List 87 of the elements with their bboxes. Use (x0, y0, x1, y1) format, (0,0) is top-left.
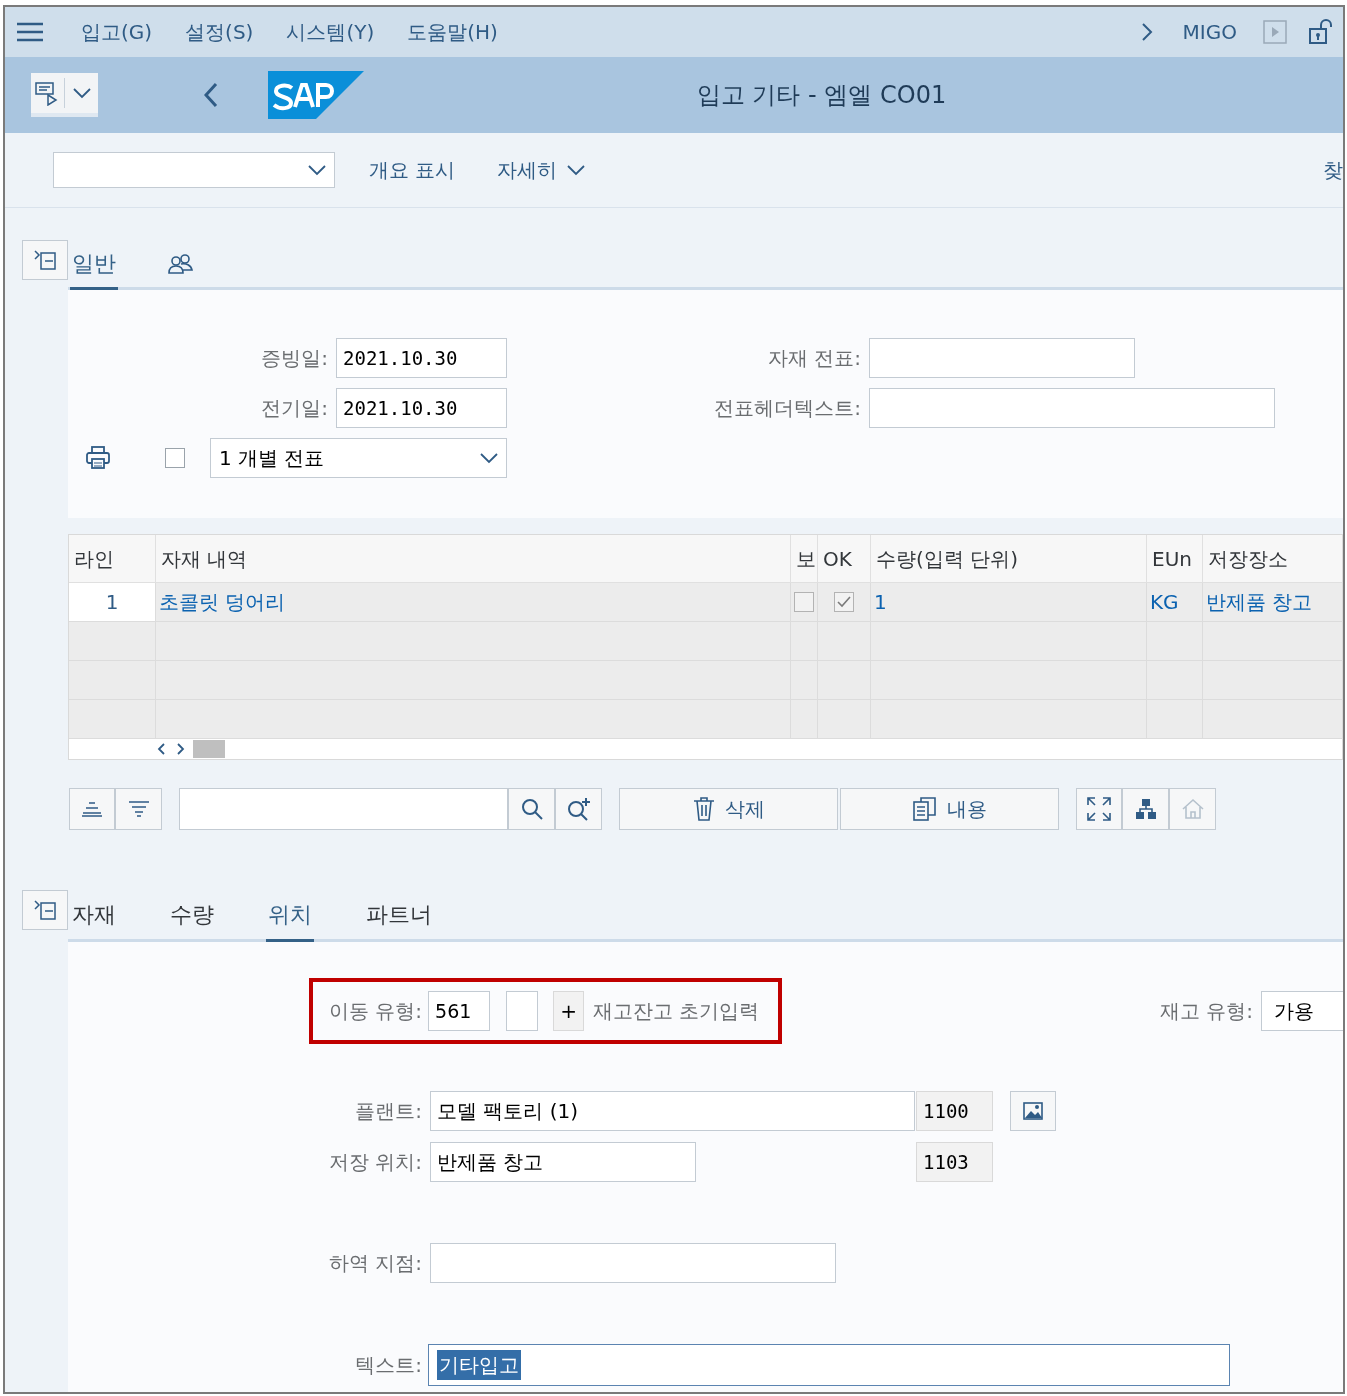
input-field[interactable] (869, 388, 1275, 428)
image-button[interactable] (1010, 1091, 1056, 1131)
field-label: 텍스트: (354, 1352, 422, 1379)
search-icon (520, 798, 543, 820)
fullscreen-button[interactable] (1076, 788, 1122, 830)
checkbox[interactable] (834, 592, 854, 613)
expand-icon (1087, 797, 1111, 821)
field-label: 하역 지점: (327, 1250, 422, 1277)
lock-icon[interactable] (1309, 19, 1333, 45)
field-label: 플랜트: (354, 1098, 422, 1125)
tab[interactable]: 자재 (70, 890, 118, 942)
movement-description: 재고잔고 초기입력 (593, 998, 760, 1025)
menu-item[interactable]: 설정(S) (185, 17, 254, 47)
input-field[interactable] (506, 991, 539, 1031)
field-label: 증빙일: (260, 345, 328, 372)
back-icon[interactable] (204, 82, 218, 108)
menu-item[interactable]: 시스템(Y) (286, 17, 375, 47)
menu-icon[interactable] (17, 22, 43, 42)
toolbar-button[interactable]: 찾 (1323, 155, 1343, 185)
toolbar-button[interactable]: 개요 표시 (369, 155, 456, 185)
field-label: 저장 위치: (327, 1149, 422, 1176)
transaction-code: MIGO (1182, 19, 1237, 46)
checkbox[interactable] (794, 592, 814, 613)
people-icon (168, 252, 194, 275)
scrollbar-thumb[interactable] (193, 740, 225, 759)
code-field[interactable]: 1100 (916, 1091, 993, 1131)
home-icon (1181, 798, 1204, 820)
delete-button[interactable]: 삭제 (619, 788, 838, 830)
chevron-down-icon (308, 164, 326, 176)
printer-icon[interactable] (86, 446, 110, 470)
input-field[interactable]: 모델 팩토리 (1) (430, 1091, 915, 1131)
menu-item[interactable]: 입고(G) (81, 17, 153, 47)
sort-ascending-icon (81, 801, 103, 817)
field-label: 재고 유형: (1159, 998, 1253, 1025)
image-icon (1023, 1102, 1043, 1120)
hierarchy-button[interactable] (1122, 788, 1169, 830)
column-header[interactable]: 자재 내역 (156, 535, 791, 583)
sign-button[interactable]: + (553, 991, 585, 1031)
collapse-icon (33, 899, 57, 921)
date-field[interactable]: 2021.10.30 (336, 338, 507, 378)
field-label: 전기일: (260, 395, 328, 422)
search-next-button[interactable] (555, 788, 602, 830)
filter-icon (127, 801, 150, 817)
input-field[interactable] (430, 1243, 836, 1283)
field-label: 이동 유형: (329, 998, 423, 1025)
field-label: 자재 전표: (766, 345, 861, 372)
column-header[interactable]: 보 (791, 535, 818, 583)
chevron-down-icon (567, 164, 586, 176)
column-header[interactable]: 저장장소 (1203, 535, 1343, 583)
command-icon (34, 80, 60, 106)
code-field[interactable]: 1103 (916, 1142, 993, 1182)
tab[interactable]: 파트너 (364, 890, 434, 942)
print-dropdown[interactable]: 1 개별 전표 (210, 438, 507, 478)
date-field[interactable]: 2021.10.30 (336, 388, 507, 428)
link[interactable]: 초콜릿 덩어리 (159, 587, 286, 618)
collapse-icon (33, 249, 57, 271)
input-field[interactable]: 가용 (1261, 991, 1343, 1031)
scroll-arrows-icon[interactable] (157, 742, 185, 757)
collapse-button[interactable] (22, 240, 68, 280)
field-label: 전표헤더텍스트: (713, 395, 861, 422)
window-title: 입고 기타 - 엠엘 CO01 (696, 80, 947, 111)
search-button[interactable] (508, 788, 555, 830)
menu-item[interactable]: 도움말(H) (407, 17, 498, 47)
input-field[interactable]: 반제품 창고 (430, 1142, 696, 1182)
text-field[interactable]: 기타입고 (428, 1344, 1230, 1386)
collapse-button[interactable] (22, 890, 68, 930)
content-button[interactable]: 내용 (840, 788, 1059, 830)
chevron-down-icon (73, 87, 91, 99)
search-field[interactable] (179, 788, 508, 830)
input-field[interactable]: 561 (428, 991, 491, 1031)
documents-icon (912, 797, 937, 821)
input-field[interactable] (869, 338, 1135, 378)
toolbar-button[interactable]: 자세히 (497, 155, 586, 185)
column-header[interactable]: EUn (1147, 535, 1203, 583)
checkbox[interactable] (165, 448, 185, 468)
column-header[interactable]: 라인 (69, 535, 156, 583)
chevron-down-icon (480, 452, 498, 464)
trash-icon (692, 797, 715, 821)
sort-ascending-button[interactable] (69, 788, 115, 830)
hierarchy-icon (1134, 798, 1157, 820)
search-plus-icon (566, 797, 591, 821)
column-header[interactable]: OK (818, 535, 871, 583)
command-button[interactable] (31, 73, 98, 117)
tab[interactable]: 수량 (168, 890, 216, 942)
filter-button[interactable] (115, 788, 162, 830)
chevron-right-icon[interactable] (1140, 22, 1153, 42)
column-header[interactable]: 수량(입력 단위) (871, 535, 1147, 583)
